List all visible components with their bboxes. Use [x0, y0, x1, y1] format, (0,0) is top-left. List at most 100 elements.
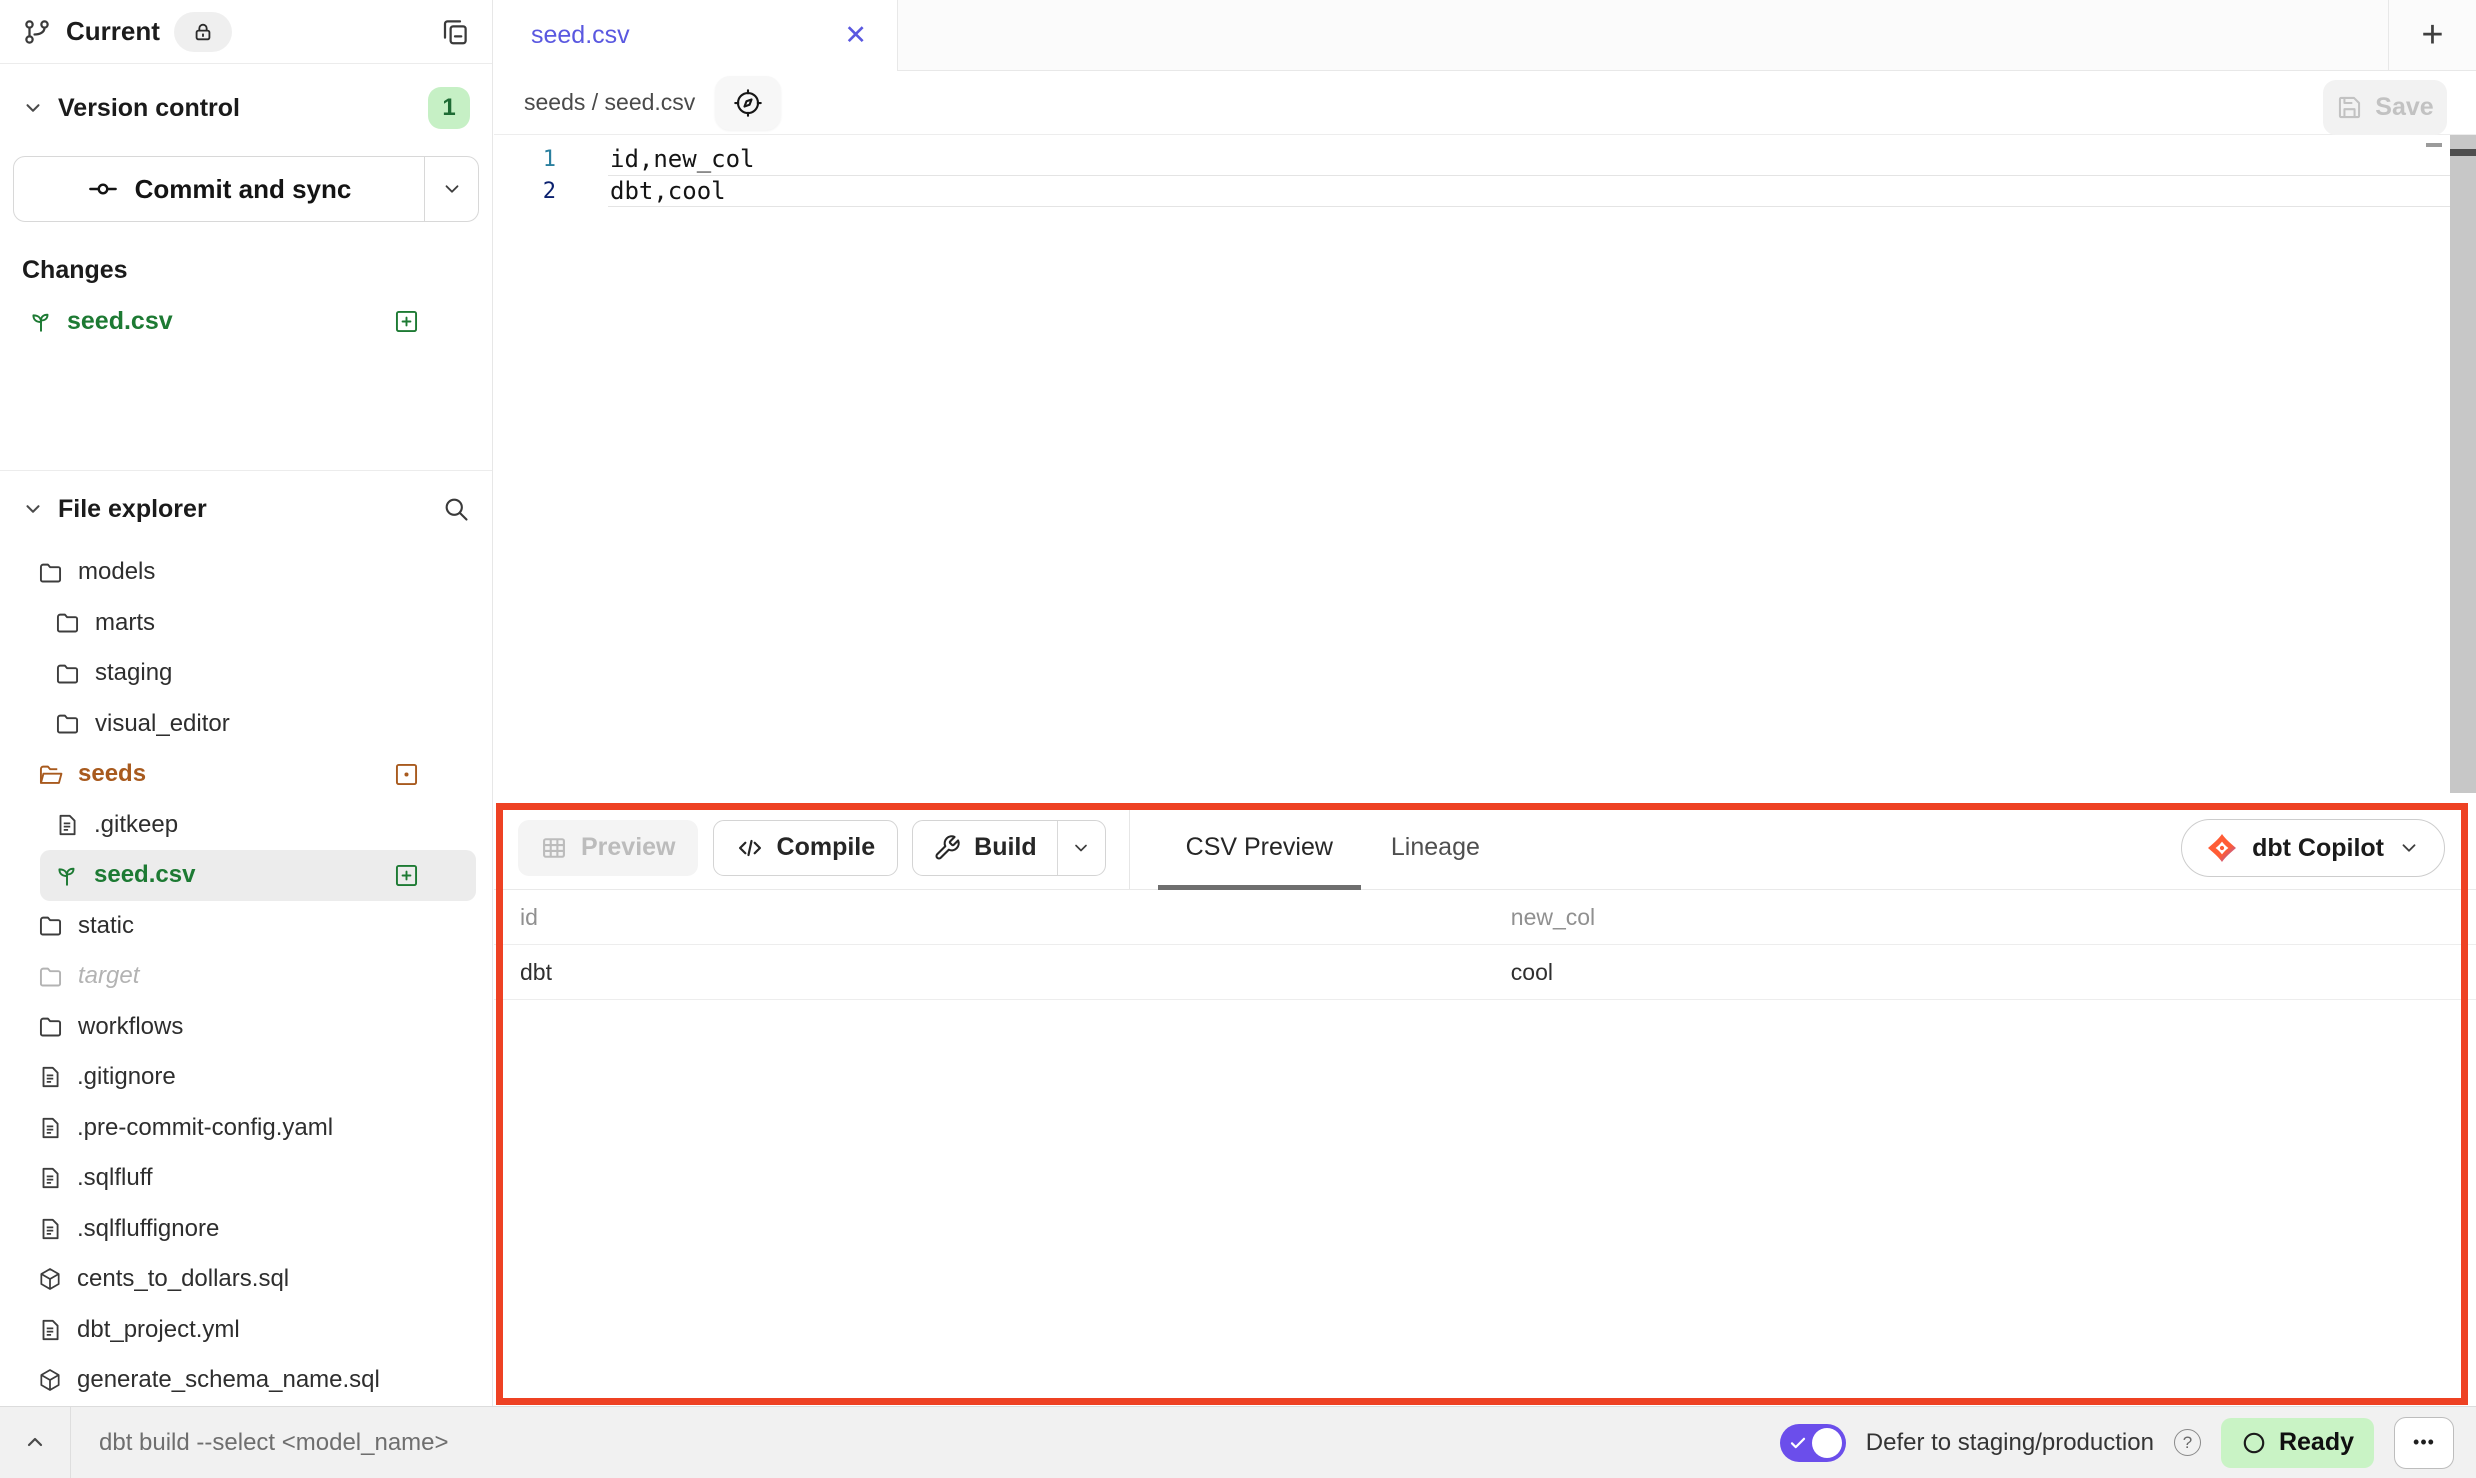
status-bar-divider	[70, 1407, 71, 1478]
folder-icon	[54, 609, 81, 636]
editor-line: 1 id,new_col	[494, 143, 2476, 175]
branch-header: Current	[0, 0, 492, 64]
file-tree: models marts staging visual_editor seeds	[0, 547, 492, 1406]
git-commit-icon	[87, 173, 119, 205]
commit-and-sync-button[interactable]: Commit and sync	[13, 156, 479, 222]
file-tree-item-pre-commit-config[interactable]: .pre-commit-config.yaml	[0, 1103, 492, 1154]
editor-line-active: 2 dbt,cool	[494, 175, 2476, 207]
commit-options-caret[interactable]	[424, 157, 478, 221]
changed-file-seed-csv[interactable]: seed.csv	[0, 298, 492, 344]
branch-lock-badge	[174, 12, 232, 52]
wrench-icon	[933, 834, 961, 862]
dbt-copilot-label: dbt Copilot	[2252, 834, 2384, 863]
help-icon[interactable]: ?	[2174, 1429, 2201, 1456]
breadcrumb-bar: seeds / seed.csv Save	[494, 71, 2476, 135]
results-toolbar: Preview Compile Build	[494, 806, 2476, 890]
file-tree-item-marts[interactable]: marts	[0, 598, 492, 649]
file-icon	[54, 812, 80, 838]
tab-lineage[interactable]: Lineage	[1391, 806, 1480, 889]
toolbar-divider	[1129, 806, 1130, 889]
section-divider	[0, 470, 492, 471]
column-header: new_col	[1509, 904, 2476, 931]
table-row: dbt cool	[494, 945, 2476, 1000]
file-tree-item-workflows[interactable]: workflows	[0, 1002, 492, 1053]
status-badge[interactable]: Ready	[2221, 1418, 2374, 1468]
csv-preview-table: id new_col dbt cool	[494, 890, 2476, 1000]
breadcrumb: seeds / seed.csv	[524, 89, 695, 116]
more-options-button[interactable]: •••	[2394, 1417, 2454, 1469]
file-tree-item-sqlfluffignore[interactable]: .sqlfluffignore	[0, 1204, 492, 1255]
model-cube-icon	[37, 1266, 63, 1292]
file-added-box-icon	[393, 308, 420, 335]
file-tree-item-staging[interactable]: staging	[0, 648, 492, 699]
results-panel: Preview Compile Build	[494, 806, 2476, 1406]
file-tree-item-models[interactable]: models	[0, 547, 492, 598]
preview-button[interactable]: Preview	[518, 820, 698, 876]
version-control-section-header[interactable]: Version control 1	[0, 86, 492, 130]
file-icon	[37, 1165, 63, 1191]
folder-icon	[37, 1013, 64, 1040]
line-text: dbt,cool	[584, 177, 726, 205]
close-tab-icon[interactable]: ✕	[844, 22, 867, 49]
file-explorer-title: File explorer	[58, 495, 207, 524]
save-button[interactable]: Save	[2323, 80, 2447, 135]
folder-modified-dot-icon	[393, 761, 420, 788]
file-tree-item-visual-editor[interactable]: visual_editor	[0, 699, 492, 750]
compile-label: Compile	[777, 833, 876, 862]
defer-toggle[interactable]	[1780, 1424, 1846, 1462]
file-tree-item-static[interactable]: static	[0, 901, 492, 952]
preview-label: Preview	[581, 833, 676, 862]
build-split-button: Build	[912, 820, 1106, 876]
file-tree-item-target[interactable]: target	[0, 951, 492, 1002]
file-tree-item-seed-csv[interactable]: seed.csv	[40, 850, 476, 901]
file-tree-item-dbt-project-yml[interactable]: dbt_project.yml	[0, 1305, 492, 1356]
file-tree-item-generate-schema-name[interactable]: generate_schema_name.sql	[0, 1355, 492, 1406]
explore-compass-button[interactable]	[715, 76, 781, 130]
folder-icon	[37, 912, 64, 939]
line-text: id,new_col	[584, 145, 755, 173]
status-bar: dbt build --select <model_name> Defer to…	[0, 1406, 2476, 1478]
expand-command-bar-button[interactable]	[0, 1407, 70, 1478]
folder-icon	[37, 559, 64, 586]
copy-file-contents-icon[interactable]	[440, 17, 470, 47]
dbt-copilot-button[interactable]: dbt Copilot	[2181, 819, 2445, 877]
toggle-knob	[1812, 1428, 1842, 1458]
tab-title: seed.csv	[531, 21, 630, 50]
status-bar-right: Defer to staging/production ? Ready •••	[1780, 1417, 2476, 1469]
save-floppy-icon	[2336, 94, 2363, 121]
dbt-cloud-ide: Current Version control 1 Commit	[0, 0, 2476, 1478]
changes-count-badge: 1	[428, 87, 470, 129]
chevron-down-icon	[2398, 837, 2420, 859]
lock-icon	[192, 21, 214, 43]
new-tab-button[interactable]: +	[2388, 0, 2476, 70]
file-icon	[37, 1216, 63, 1242]
table-cell: cool	[1509, 959, 2476, 986]
compile-button[interactable]: Compile	[713, 820, 899, 876]
sidebar: Current Version control 1 Commit	[0, 0, 493, 1406]
model-cube-icon	[37, 1367, 63, 1393]
file-icon	[37, 1317, 63, 1343]
code-editor[interactable]: 1 id,new_col 2 dbt,cool	[494, 135, 2476, 806]
table-header-row: id new_col	[494, 890, 2476, 945]
folder-icon	[54, 710, 81, 737]
tab-csv-preview[interactable]: CSV Preview	[1186, 806, 1333, 889]
editor-minimap-scrollbar[interactable]	[2450, 135, 2476, 793]
tab-seed-csv[interactable]: seed.csv ✕	[494, 0, 898, 71]
file-tree-item-cents-to-dollars[interactable]: cents_to_dollars.sql	[0, 1254, 492, 1305]
build-options-caret[interactable]	[1057, 821, 1105, 875]
file-tree-item-gitignore[interactable]: .gitignore	[0, 1052, 492, 1103]
file-tree-item-sqlfluff[interactable]: .sqlfluff	[0, 1153, 492, 1204]
panel-tabs: CSV Preview Lineage	[1186, 806, 1480, 889]
build-button[interactable]: Build	[913, 821, 1057, 875]
search-icon[interactable]	[442, 495, 470, 523]
file-tree-item-seeds[interactable]: seeds	[0, 749, 492, 800]
file-explorer-section-header[interactable]: File explorer	[0, 480, 492, 538]
chevron-down-icon	[22, 498, 44, 520]
save-label: Save	[2375, 93, 2433, 122]
folder-icon	[54, 660, 81, 687]
chevron-down-icon	[22, 97, 44, 119]
seed-icon	[28, 308, 54, 334]
command-input[interactable]: dbt build --select <model_name>	[99, 1429, 449, 1457]
file-tree-item-gitkeep[interactable]: .gitkeep	[0, 800, 492, 851]
scrollbar-thumb[interactable]	[2450, 149, 2476, 156]
